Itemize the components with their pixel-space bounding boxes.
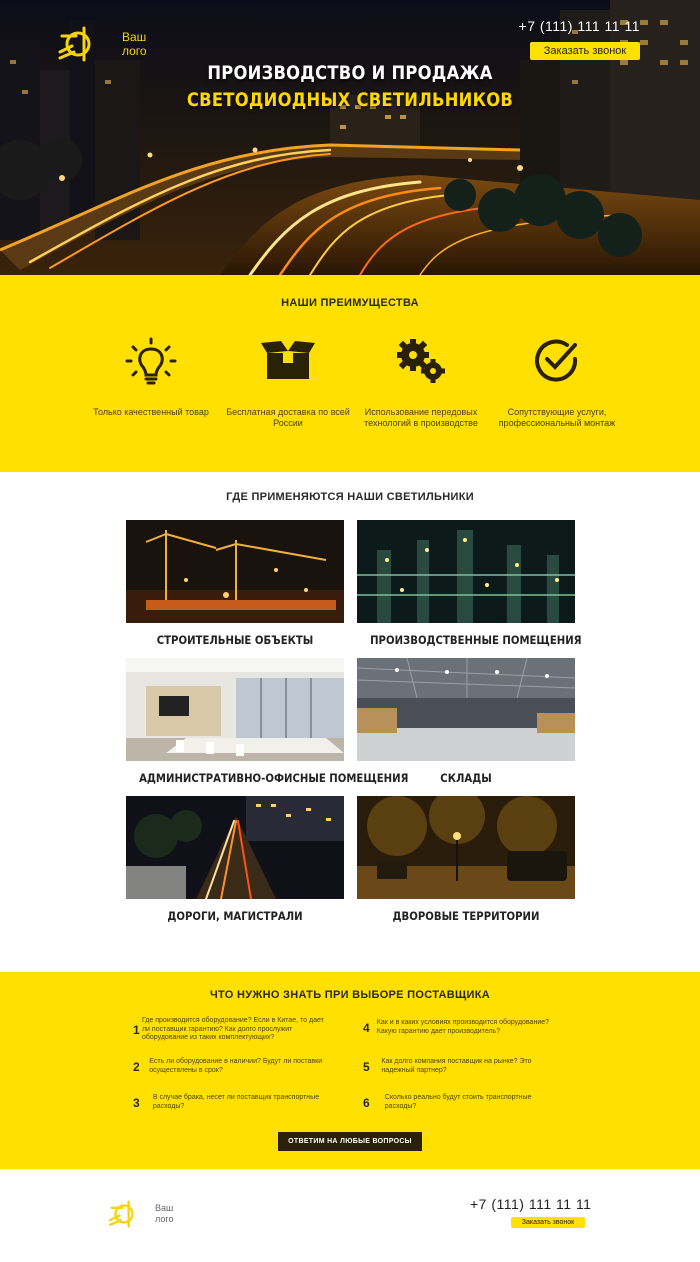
- logo-text-line2: лого: [155, 1214, 174, 1224]
- faq-text: Есть ли оборудование в наличии? Будут ли…: [149, 1058, 323, 1074]
- hero-title-line1: ПРОИЗВОДСТВО И ПРОДАЖА: [207, 62, 493, 84]
- answer-questions-button[interactable]: ОТВЕТИМ НА ЛЮБЫЕ ВОПРОСЫ: [278, 1132, 422, 1151]
- faq-number: 6: [363, 1095, 370, 1110]
- hero-section: Ваш лого +7 (111) 111 11 11 Заказать зво…: [0, 0, 700, 275]
- advantage-item: Использование передовых технологий в про…: [356, 337, 486, 429]
- footer-logo[interactable]: Ваш лого: [107, 1197, 173, 1231]
- faq-item: 6 Сколько реально будут стоить транспорт…: [363, 1094, 563, 1111]
- advantage-label: Использование передовых технологий в про…: [364, 407, 478, 428]
- header-phone[interactable]: +7 (111) 111 11 11: [519, 18, 640, 34]
- faq-item: 5 Как долго компания поставщик на рынке?…: [363, 1058, 563, 1075]
- faq-text: Как и в каких условиях производится обор…: [376, 1019, 550, 1035]
- footer: Ваш лого +7 (111) 111 11 11 Заказать зво…: [0, 1169, 700, 1262]
- application-caption: СТРОИТЕЛЬНЫЕ ОБЪЕКТЫ: [156, 633, 314, 647]
- faq-item: 1 Где производится оборудование? Если в …: [133, 1017, 333, 1043]
- gears-icon: [397, 339, 445, 383]
- faq-section: ЧТО НУЖНО ЗНАТЬ ПРИ ВЫБОРЕ ПОСТАВЩИКА 1 …: [0, 972, 700, 1169]
- hero-title-line2: СВЕТОДИОДНЫХ СВЕТИЛЬНИКОВ: [186, 89, 514, 111]
- lightbulb-icon: [125, 337, 177, 385]
- box-icon: [261, 341, 315, 379]
- faq-title: ЧТО НУЖНО ЗНАТЬ ПРИ ВЫБОРЕ ПОСТАВЩИКА: [209, 989, 490, 1001]
- applications-title: ГДЕ ПРИМЕНЯЮТСЯ НАШИ СВЕТИЛЬНИКИ: [226, 491, 474, 503]
- application-tile[interactable]: ДВОРОВЫЕ ТЕРРИТОРИИ: [357, 796, 575, 923]
- application-caption: ПРОИЗВОДСТВЕННЫЕ ПОМЕЩЕНИЯ: [370, 633, 582, 647]
- faq-text: Как долго компания поставщик на рынке? Э…: [381, 1058, 532, 1074]
- faq-item: 3 В случае брака, несет ли поставщик тра…: [133, 1094, 333, 1111]
- faq-item: 4 Как и в каких условиях производится об…: [363, 1019, 563, 1036]
- application-caption: ДВОРОВЫЕ ТЕРРИТОРИИ: [392, 909, 540, 923]
- hero-title: ПРОИЗВОДСТВО И ПРОДАЖА СВЕТОДИОДНЫХ СВЕТ…: [49, 60, 651, 114]
- faq-number: 4: [363, 1020, 370, 1035]
- check-circle-icon: [535, 339, 578, 382]
- faq-text: Сколько реально будут стоить транспортны…: [384, 1094, 532, 1110]
- application-tile[interactable]: ДОРОГИ, МАГИСТРАЛИ: [126, 796, 344, 923]
- application-caption: ДОРОГИ, МАГИСТРАЛИ: [167, 909, 303, 923]
- footer-phone[interactable]: +7 (111) 111 11 11: [470, 1196, 591, 1212]
- advantage-item: Бесплатная доставка по всей России: [223, 337, 353, 429]
- logo-text-line1: Ваш: [122, 30, 147, 44]
- advantage-label: Сопутствующие услуги, профессиональный м…: [498, 407, 616, 428]
- faq-number: 1: [133, 1022, 140, 1037]
- faq-number: 5: [363, 1059, 370, 1074]
- courtyard-image: [357, 796, 575, 899]
- industrial-plant-image: [357, 520, 575, 623]
- footer-order-call-button[interactable]: Заказать звонок: [511, 1217, 585, 1228]
- logo-text-line1: Ваш: [155, 1203, 174, 1213]
- logo-text-line2: лого: [122, 44, 147, 58]
- advantage-item: Сопутствующие услуги, профессиональный м…: [492, 337, 622, 429]
- faq-text: В случае брака, несет ли поставщик транс…: [152, 1094, 320, 1110]
- advantage-label: Бесплатная доставка по всей России: [226, 407, 350, 428]
- application-tile[interactable]: АДМИНИСТРАТИВНО-ОФИСНЫЕ ПОМЕЩЕНИЯ: [126, 658, 409, 785]
- advantages-title: НАШИ ПРЕИМУЩЕСТВА: [281, 297, 419, 309]
- construction-site-image: [126, 520, 344, 623]
- warehouse-image: [357, 658, 575, 761]
- logo-mark-icon: [108, 1200, 134, 1228]
- order-call-button[interactable]: Заказать звонок: [530, 42, 640, 60]
- faq-item: 2 Есть ли оборудование в наличии? Будут …: [133, 1058, 333, 1075]
- advantages-section: НАШИ ПРЕИМУЩЕСТВА Только качественный то…: [0, 275, 700, 472]
- advantage-item: Только качественный товар: [86, 337, 216, 418]
- advantage-label: Только качественный товар: [93, 407, 209, 417]
- office-room-image: [126, 658, 344, 761]
- application-caption: СКЛАДЫ: [440, 771, 492, 785]
- application-tile[interactable]: ПРОИЗВОДСТВЕННЫЕ ПОМЕЩЕНИЯ: [357, 520, 582, 647]
- night-road-image: [126, 796, 344, 899]
- faq-text: Где производится оборудование? Если в Ки…: [141, 1017, 324, 1041]
- application-caption: АДМИНИСТРАТИВНО-ОФИСНЫЕ ПОМЕЩЕНИЯ: [139, 771, 409, 785]
- faq-number: 3: [133, 1095, 140, 1110]
- faq-number: 2: [133, 1059, 140, 1074]
- application-tile[interactable]: СТРОИТЕЛЬНЫЕ ОБЪЕКТЫ: [126, 520, 344, 647]
- application-tile[interactable]: СКЛАДЫ: [357, 658, 575, 785]
- applications-section: ГДЕ ПРИМЕНЯЮТСЯ НАШИ СВЕТИЛЬНИКИ СТРОИТЕ…: [0, 472, 700, 972]
